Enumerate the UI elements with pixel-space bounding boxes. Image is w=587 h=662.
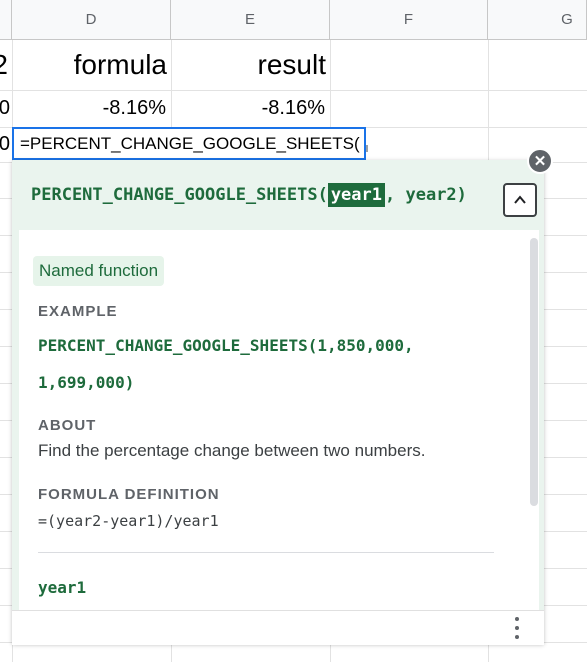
argument-year2: year2 [405, 185, 457, 205]
close-icon: ✕ [533, 152, 547, 170]
cell-d1[interactable]: formula [12, 40, 171, 90]
column-header-partial[interactable] [0, 0, 12, 40]
more-vert-icon-dot [515, 635, 519, 639]
about-text: Find the percentage change between two n… [38, 441, 426, 460]
column-header-d[interactable]: D [12, 0, 171, 40]
about-label: ABOUT [38, 417, 97, 434]
function-help-popup: PERCENT_CHANGE_GOOGLE_SHEETS(year1, year… [12, 160, 544, 645]
cell-c1-partial[interactable]: 2 [0, 40, 12, 90]
cell-editor[interactable]: =PERCENT_CHANGE_GOOGLE_SHEETS( [12, 127, 368, 160]
more-options-button[interactable] [510, 617, 524, 639]
example-line-1: PERCENT_CHANGE_GOOGLE_SHEETS(1,850,000, [38, 336, 414, 355]
help-footer [12, 610, 544, 645]
close-help-button[interactable]: ✕ [527, 148, 553, 174]
cell-c3-partial[interactable]: 0 [0, 127, 12, 162]
scrollbar[interactable] [530, 238, 538, 506]
named-function-chip: Named function [33, 256, 165, 286]
formula-text: =PERCENT_CHANGE_GOOGLE_SHEETS( [20, 133, 360, 153]
active-argument: year1 [327, 183, 385, 207]
cell-e2[interactable]: -8.16% [171, 90, 330, 127]
column-header-f[interactable]: F [330, 0, 488, 40]
more-vert-icon [515, 617, 519, 621]
help-content[interactable]: Named function EXAMPLE PERCENT_CHANGE_GO… [19, 230, 539, 610]
cell-e1[interactable]: result [171, 40, 330, 90]
function-name: PERCENT_CHANGE_GOOGLE_SHEETS( [31, 185, 328, 205]
argument-heading: year1 [38, 578, 87, 597]
close-paren: ) [456, 185, 467, 205]
cell-c2-partial[interactable]: 0 [0, 90, 12, 127]
cursor-placeholder-icon [365, 145, 368, 152]
more-vert-icon-dot [515, 626, 519, 630]
example-label: EXAMPLE [38, 303, 118, 320]
collapse-help-button[interactable] [503, 183, 537, 217]
divider [38, 552, 494, 553]
formula-definition-label: FORMULA DEFINITION [38, 486, 220, 503]
chevron-up-icon [514, 195, 526, 204]
function-signature: PERCENT_CHANGE_GOOGLE_SHEETS(year1, year… [12, 160, 544, 230]
column-header-g[interactable]: G [488, 0, 587, 40]
cell-d2[interactable]: -8.16% [12, 90, 171, 127]
formula-definition-text: =(year2-year1)/year1 [38, 512, 219, 530]
column-header-e[interactable]: E [171, 0, 330, 40]
example-line-2: 1,699,000) [38, 373, 135, 392]
argument-separator: , [385, 185, 406, 205]
